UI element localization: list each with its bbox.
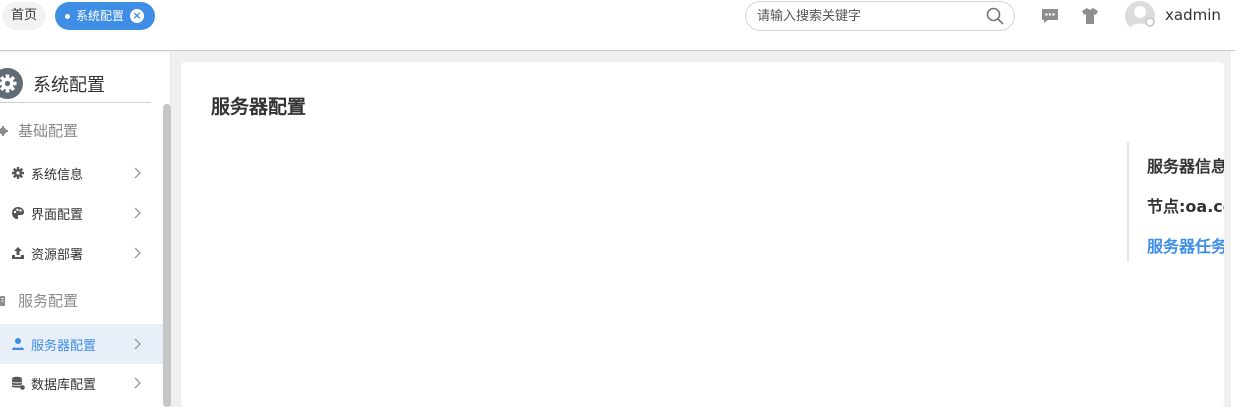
sidebar-item-system-info[interactable]: 系统信息 [0, 153, 163, 193]
page-title: 服务器配置 [211, 96, 307, 118]
sidebar-item-label: 界面配置 [31, 207, 84, 223]
username[interactable]: xadmin [1165, 6, 1221, 24]
status-indicator [1145, 17, 1155, 27]
chevron-right-icon [134, 167, 141, 179]
active-dot [65, 13, 70, 19]
search-input[interactable] [757, 7, 977, 25]
tab-home[interactable]: 首页 [2, 2, 47, 30]
search-box [745, 1, 1015, 31]
database-icon [11, 376, 25, 390]
sidebar-item-resource-deploy[interactable]: 资源部署 [0, 233, 163, 273]
divider [0, 102, 151, 103]
sidebar-item-label: 数据库配置 [31, 377, 97, 393]
top-bar: 首页 系统配置 × xadmin [0, 0, 1235, 51]
gear-icon [12, 167, 24, 179]
server-icon [0, 295, 5, 306]
gear-icon [0, 125, 8, 136]
sidebar-title: 系统配置 [33, 75, 105, 96]
sidebar-item-label: 服务器配置 [31, 338, 97, 354]
palette-icon [12, 207, 24, 219]
chevron-right-icon [134, 338, 141, 350]
sidebar-item-database-config[interactable]: 数据库配置 [0, 363, 163, 403]
anchor-active-indicator [1127, 222, 1129, 262]
chevron-right-icon [134, 207, 141, 219]
gear-icon [0, 68, 23, 99]
shirt-icon[interactable] [1081, 7, 1099, 25]
anchor-server-info[interactable]: 服务器信息 [1147, 153, 1224, 177]
sidebar: 系统配置 基础配置 系统信息 界面配置 资源部署 服务配置 服务器配置 数据库配… [0, 52, 171, 407]
anchor-nav: 服务器信息 节点:oa.co 服务器任务 [1127, 142, 1224, 262]
sidebar-group-label: 服务配置 [18, 292, 79, 310]
search-icon[interactable] [986, 7, 1004, 25]
tab-system-config[interactable]: 系统配置 × [55, 2, 155, 30]
chevron-right-icon [134, 247, 141, 259]
close-icon[interactable]: × [130, 9, 144, 23]
sidebar-item-server-config[interactable]: 服务器配置 [0, 324, 163, 364]
upload-icon [12, 247, 24, 259]
sidebar-item-label: 系统信息 [31, 167, 84, 183]
tab-system-config-label: 系统配置 [76, 9, 125, 23]
sidebar-group-basic: 基础配置 [0, 120, 78, 141]
sidebar-item-label: 资源部署 [31, 247, 84, 263]
content-panel: 服务器配置 服务器信息 节点:oa.co 服务器任务 [181, 62, 1224, 407]
anchor-node[interactable]: 节点:oa.co [1147, 193, 1224, 217]
sidebar-scrollbar[interactable] [163, 104, 171, 407]
sidebar-item-ui-config[interactable]: 界面配置 [0, 193, 163, 233]
chat-icon[interactable] [1041, 8, 1059, 24]
user-server-icon [12, 338, 24, 350]
sidebar-group-label: 基础配置 [18, 122, 79, 140]
window-edge [1231, 51, 1235, 407]
chevron-right-icon [134, 377, 141, 389]
anchor-server-tasks[interactable]: 服务器任务 [1147, 233, 1224, 257]
sidebar-group-service: 服务配置 [0, 290, 78, 311]
